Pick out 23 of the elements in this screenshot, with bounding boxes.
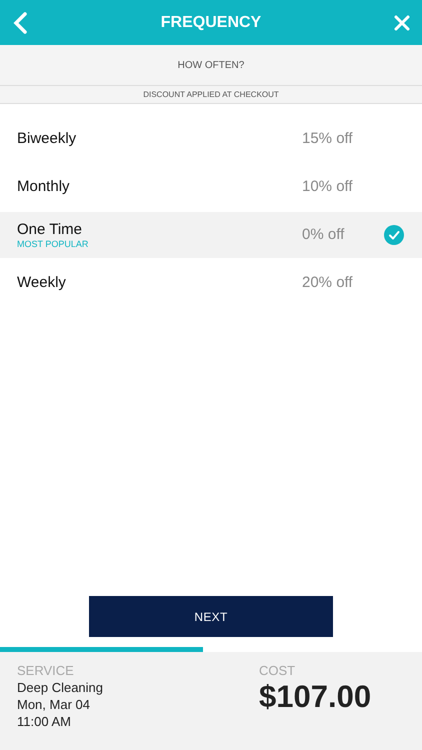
option-label: Monthly [17, 178, 71, 196]
option-label: Weekly [17, 274, 67, 292]
option-label: One Time [17, 220, 84, 238]
cost-label: COST [259, 662, 296, 679]
section-heading: HOW OFTEN? [178, 58, 244, 72]
next-button[interactable]: NEXT [89, 596, 333, 637]
back-icon[interactable] [12, 12, 28, 34]
check-icon [384, 225, 404, 245]
service-detail: Mon, Mar 04 [17, 696, 91, 713]
discount-text: 20% off [302, 272, 354, 293]
discount-text: 15% off [302, 128, 354, 149]
popular-tag: MOST POPULAR [17, 238, 302, 250]
service-label: SERVICE [17, 662, 75, 679]
service-detail: Deep Cleaning [17, 679, 104, 696]
discount-text: 0% off [302, 224, 346, 245]
frequency-option[interactable]: One Time MOST POPULAR 0% off [0, 212, 422, 258]
close-icon[interactable] [394, 14, 410, 30]
cost-amount: $107.00 [259, 679, 372, 715]
option-label: Biweekly [17, 130, 78, 148]
service-detail: 11:00 AM [17, 713, 72, 730]
screen-title: FREQUENCY [160, 12, 262, 32]
discount-notice: DISCOUNT APPLIED AT CHECKOUT [143, 88, 279, 100]
discount-text: 10% off [302, 176, 354, 197]
